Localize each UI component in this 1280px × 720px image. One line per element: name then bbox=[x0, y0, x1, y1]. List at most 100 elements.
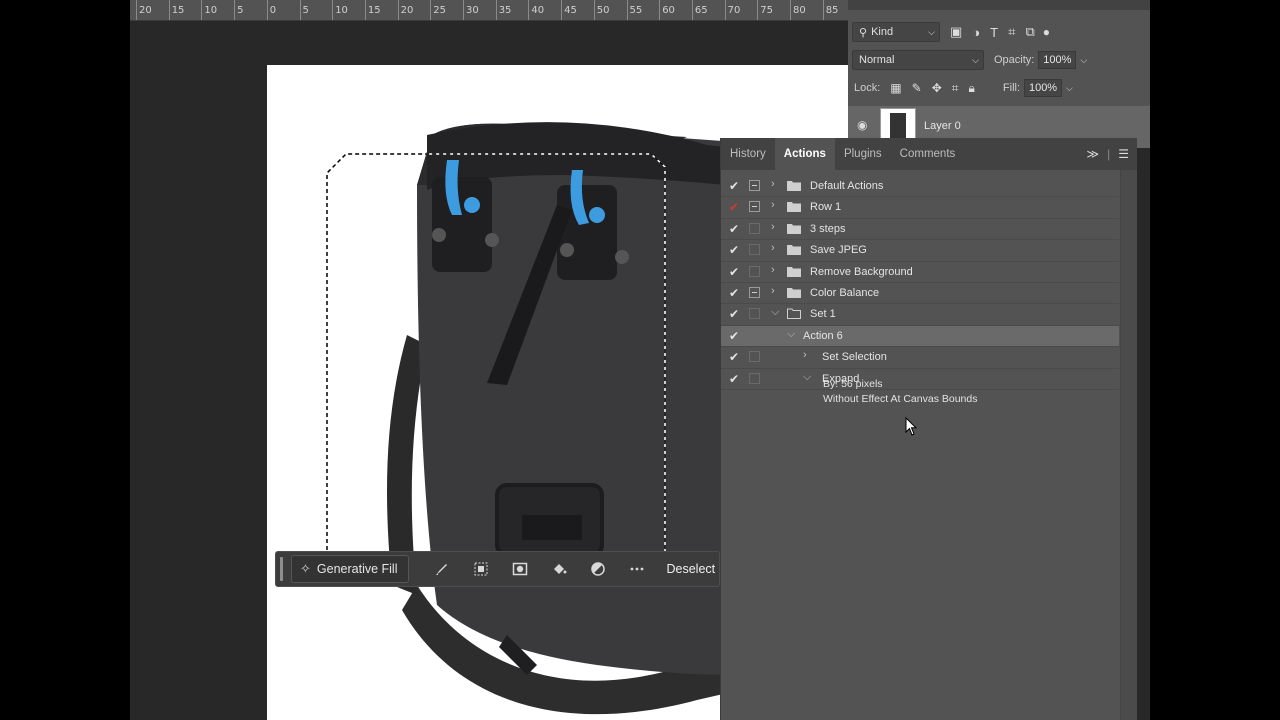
dialog-toggle-icon[interactable] bbox=[749, 372, 760, 384]
type-filter-icon[interactable]: T bbox=[990, 25, 998, 40]
tab-plugins[interactable]: Plugins bbox=[835, 138, 891, 170]
lock-position-move-icon[interactable]: ✥ bbox=[932, 81, 942, 95]
ruler-tick: 20 bbox=[397, 0, 413, 20]
taskbar-drag-handle[interactable] bbox=[280, 557, 283, 581]
dialog-toggle-icon[interactable] bbox=[749, 351, 760, 363]
adjustment-icon[interactable] bbox=[579, 561, 618, 577]
chevron-right-icon[interactable]: › bbox=[771, 285, 775, 297]
ruler-tick-label: 60 bbox=[662, 5, 675, 16]
chevron-right-icon[interactable]: › bbox=[771, 178, 775, 190]
adjustment-filter-icon[interactable]: ◑ bbox=[972, 25, 980, 40]
ruler-tick-label: 20 bbox=[139, 5, 152, 16]
filter-kind-dropdown[interactable]: ⚲ Kind ⌵ bbox=[852, 22, 940, 42]
lock-artboard-icon[interactable]: ⌗ bbox=[952, 81, 959, 96]
select-subject-icon[interactable] bbox=[462, 561, 501, 577]
ruler-tick-label: 15 bbox=[171, 5, 185, 16]
lock-all-icon[interactable]: 🔒︎ bbox=[969, 81, 975, 96]
ruler-tick-label: 20 bbox=[400, 5, 414, 16]
chevron-right-icon[interactable]: › bbox=[803, 349, 807, 361]
action-row[interactable]: ✔ › Remove Background bbox=[721, 262, 1119, 283]
checkmark-icon[interactable]: ✔ bbox=[728, 329, 740, 343]
blend-mode-dropdown[interactable]: Normal ⌵ bbox=[852, 50, 984, 70]
horizontal-ruler: 20 15 10 5 0 5 10 15 20 25 30 35 40 45 50 55 60 65 70 75 80 8… bbox=[130, 0, 850, 21]
checkmark-icon[interactable]: ✔ bbox=[728, 265, 740, 279]
fill-field[interactable]: 100% bbox=[1024, 79, 1063, 97]
action-row[interactable]: ✔ › Save JPEG bbox=[721, 240, 1119, 262]
ruler-tick-label: 10 bbox=[335, 5, 348, 16]
image-filter-icon[interactable]: ▣ bbox=[950, 24, 962, 40]
collapse-panel-icon[interactable]: ≫ bbox=[1087, 147, 1100, 161]
checkmark-icon[interactable]: ✔ bbox=[728, 350, 740, 364]
more-icon[interactable] bbox=[618, 561, 657, 577]
checkmark-icon[interactable]: ✔ bbox=[728, 243, 740, 257]
deselect-button[interactable]: Deselect bbox=[667, 562, 716, 576]
ruler-tick: 55 bbox=[626, 0, 642, 20]
checkmark-icon[interactable]: ✔ bbox=[728, 200, 740, 214]
chevron-down-icon[interactable]: ⌵ bbox=[1080, 55, 1087, 66]
ruler-tick-label: 40 bbox=[531, 5, 545, 16]
chevron-right-icon[interactable]: › bbox=[771, 221, 775, 233]
chevron-down-icon[interactable]: ⌵ bbox=[787, 328, 795, 341]
tab-actions[interactable]: Actions bbox=[774, 138, 835, 170]
panel-tab-bar: History Actions Plugins Comments ≫ | ☰ bbox=[721, 138, 1137, 170]
checkmark-icon[interactable]: ✔ bbox=[728, 307, 740, 321]
ruler-tick-label: 75 bbox=[760, 5, 774, 16]
action-row[interactable]: ✔ › 3 steps bbox=[721, 219, 1119, 241]
ruler-tick: 60 bbox=[659, 0, 675, 20]
ruler-tick: 65 bbox=[691, 0, 708, 20]
dialog-toggle-icon[interactable] bbox=[749, 329, 760, 341]
checkmark-icon[interactable]: ✔ bbox=[728, 179, 740, 193]
ruler-tick-label: 70 bbox=[727, 5, 741, 16]
paint-bucket-icon[interactable] bbox=[540, 561, 579, 577]
chevron-down-icon[interactable]: ⌵ bbox=[1066, 83, 1073, 94]
dialog-toggle-icon[interactable] bbox=[749, 222, 760, 234]
ruler-tick: 85 bbox=[822, 0, 838, 20]
ruler-tick: 70 bbox=[724, 0, 740, 20]
action-row[interactable]: ✔ ⌵ Set 1 bbox=[721, 304, 1119, 326]
action-row[interactable]: ✔ ⌵ Action 6 bbox=[721, 325, 1119, 348]
mask-icon[interactable] bbox=[501, 561, 540, 577]
checkmark-icon[interactable]: ✔ bbox=[728, 222, 740, 236]
chevron-right-icon[interactable]: › bbox=[771, 199, 775, 211]
eye-icon[interactable]: ◉ bbox=[857, 118, 867, 132]
expand-detail-bounds: Without Effect At Canvas Bounds bbox=[823, 393, 978, 405]
dialog-toggle-icon[interactable] bbox=[749, 244, 760, 256]
shape-filter-icon[interactable]: ⌗ bbox=[1008, 24, 1015, 40]
chevron-down-icon[interactable]: ⌵ bbox=[803, 371, 811, 384]
checkmark-icon[interactable]: ✔ bbox=[728, 286, 740, 300]
folder-icon bbox=[787, 202, 801, 213]
dialog-toggle-icon[interactable] bbox=[749, 201, 760, 213]
brush-icon[interactable] bbox=[423, 561, 462, 577]
sparkle-icon: ✧ bbox=[300, 561, 311, 576]
action-row[interactable]: ✔ › Set Selection bbox=[721, 347, 1119, 369]
dialog-toggle-icon[interactable] bbox=[749, 308, 760, 320]
divider: | bbox=[1107, 147, 1111, 161]
actions-scrollbar[interactable] bbox=[1120, 170, 1137, 720]
filter-toggle-icon[interactable]: ● bbox=[1043, 25, 1050, 39]
chevron-right-icon[interactable]: › bbox=[771, 264, 775, 276]
dialog-toggle-icon[interactable] bbox=[749, 180, 760, 191]
ruler-tick: 35 bbox=[495, 0, 511, 20]
action-row[interactable]: ✔ ⌵ Expand bbox=[721, 369, 1119, 390]
contextual-taskbar: ✧ Generative Fill Deselect bbox=[275, 551, 720, 587]
folder-icon bbox=[787, 287, 801, 298]
dialog-toggle-icon[interactable] bbox=[749, 286, 760, 298]
action-row[interactable]: ✔ › Default Actions bbox=[721, 176, 1119, 198]
opacity-field[interactable]: 100% bbox=[1038, 51, 1077, 69]
blend-mode-value: Normal bbox=[859, 54, 895, 66]
ruler-tick: 5 bbox=[234, 0, 243, 20]
smart-object-filter-icon[interactable]: ⧉ bbox=[1025, 24, 1034, 40]
chevron-right-icon[interactable]: › bbox=[771, 242, 775, 254]
action-row[interactable]: ✔ › Color Balance bbox=[721, 283, 1119, 305]
lock-transparent-icon[interactable]: ▦ bbox=[890, 81, 901, 95]
panel-menu-icon[interactable]: ☰ bbox=[1118, 147, 1129, 161]
dialog-toggle-icon[interactable] bbox=[749, 265, 760, 277]
ruler-tick-label: 65 bbox=[694, 5, 708, 16]
checkmark-icon[interactable]: ✔ bbox=[728, 372, 740, 386]
tab-comments[interactable]: Comments bbox=[891, 138, 965, 170]
chevron-down-icon[interactable]: ⌵ bbox=[771, 306, 779, 319]
tab-history[interactable]: History bbox=[721, 138, 775, 170]
lock-pixels-brush-icon[interactable]: ✎ bbox=[912, 81, 922, 95]
action-row[interactable]: ✔ › Row 1 bbox=[721, 197, 1119, 219]
generative-fill-button[interactable]: ✧ Generative Fill bbox=[291, 555, 409, 583]
